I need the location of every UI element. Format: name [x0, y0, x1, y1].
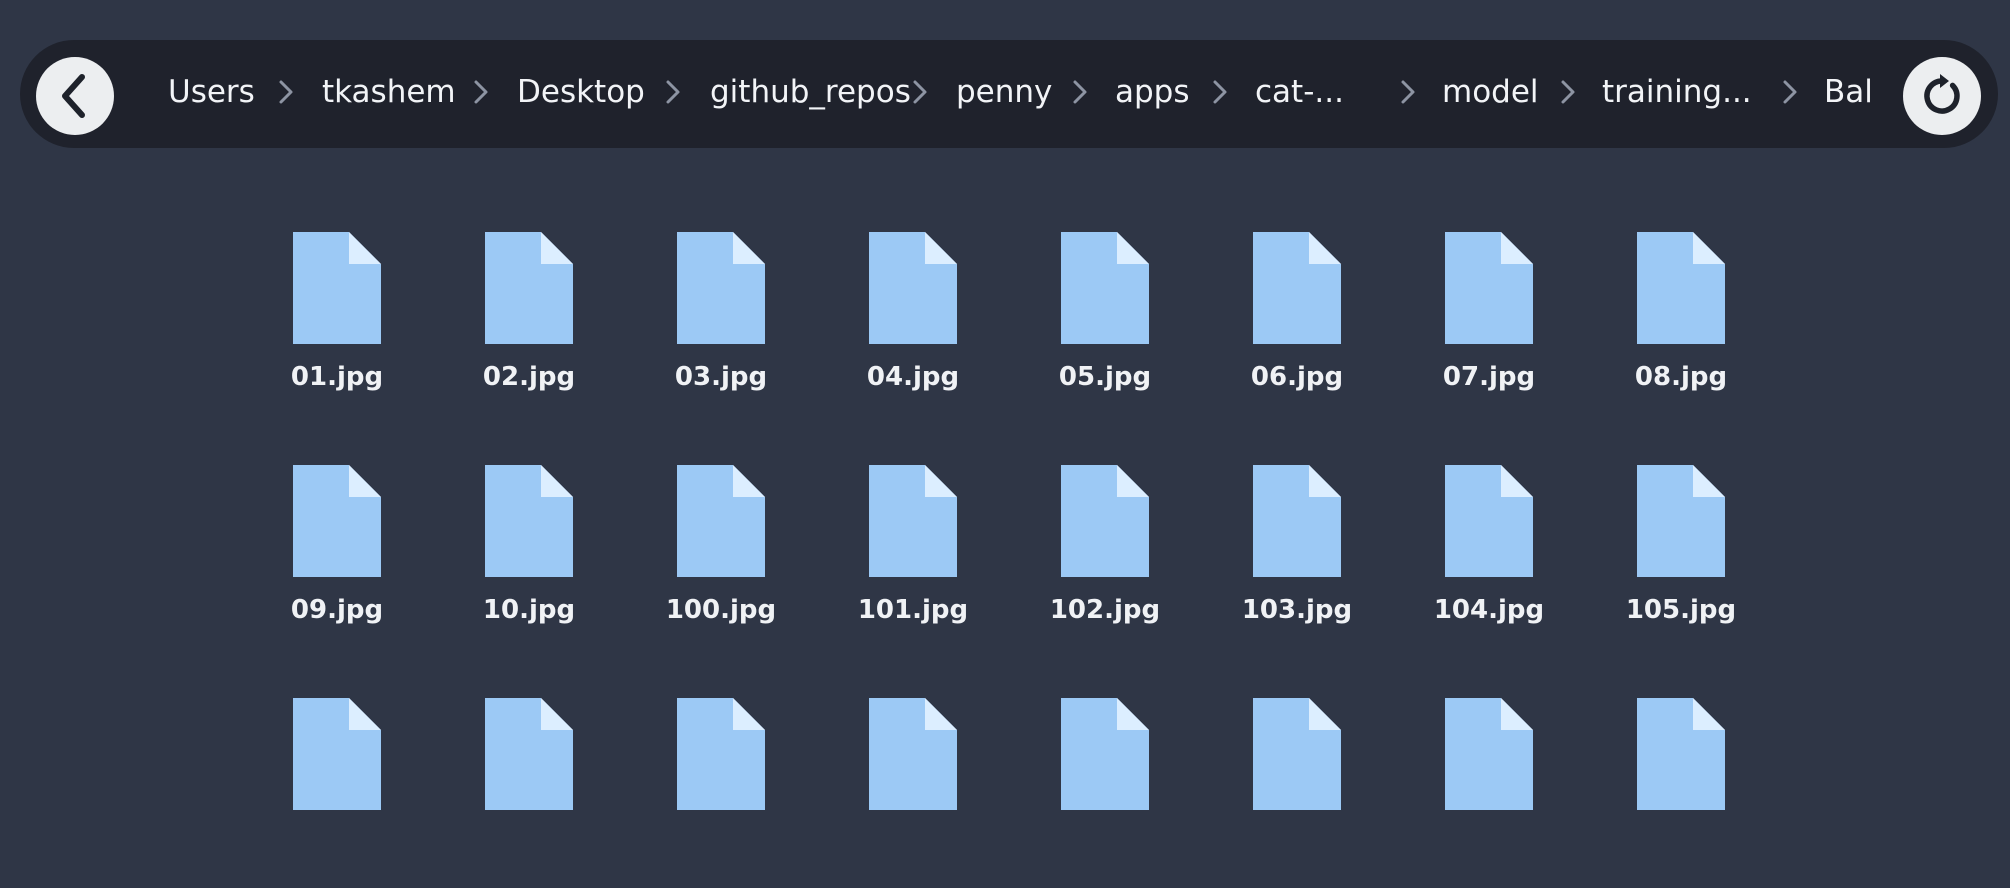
file-name: 02.jpg	[482, 362, 576, 392]
document-icon	[1061, 232, 1149, 344]
document-icon	[869, 465, 957, 577]
file-name: 03.jpg	[674, 362, 768, 392]
file-item[interactable]	[1616, 698, 1746, 888]
file-item[interactable]	[848, 698, 978, 888]
file-name: 09.jpg	[290, 595, 384, 625]
file-grid: 01.jpg 02.jpg 03.jpg 04.jpg 05.jpg 06.jpg 07.j…	[0, 0, 2010, 810]
file-item[interactable]: 104.jpg	[1424, 465, 1554, 655]
document-icon	[1253, 232, 1341, 344]
file-item[interactable]	[656, 698, 786, 888]
file-name: 101.jpg	[857, 595, 969, 625]
file-name: 08.jpg	[1634, 362, 1728, 392]
document-icon	[1637, 232, 1725, 344]
file-item[interactable]: 05.jpg	[1040, 232, 1170, 422]
file-item[interactable]: 01.jpg	[272, 232, 402, 422]
document-icon	[677, 465, 765, 577]
file-item[interactable]: 100.jpg	[656, 465, 786, 655]
file-item[interactable]: 103.jpg	[1232, 465, 1362, 655]
document-icon	[485, 232, 573, 344]
document-icon	[1637, 465, 1725, 577]
file-name: 104.jpg	[1433, 595, 1545, 625]
document-icon	[869, 232, 957, 344]
document-icon	[485, 465, 573, 577]
document-icon	[1253, 465, 1341, 577]
document-icon	[293, 232, 381, 344]
document-icon	[1061, 465, 1149, 577]
document-icon	[293, 465, 381, 577]
document-icon	[1445, 232, 1533, 344]
file-item[interactable]: 08.jpg	[1616, 232, 1746, 422]
document-icon	[869, 698, 957, 810]
file-item[interactable]: 07.jpg	[1424, 232, 1554, 422]
document-icon	[1445, 698, 1533, 810]
file-name: 105.jpg	[1625, 595, 1737, 625]
document-icon	[1253, 698, 1341, 810]
file-name: 10.jpg	[482, 595, 576, 625]
file-item[interactable]: 105.jpg	[1616, 465, 1746, 655]
file-item[interactable]: 101.jpg	[848, 465, 978, 655]
document-icon	[485, 698, 573, 810]
file-item[interactable]: 10.jpg	[464, 465, 594, 655]
file-item[interactable]	[1232, 698, 1362, 888]
file-name: 07.jpg	[1442, 362, 1536, 392]
file-item[interactable]: 102.jpg	[1040, 465, 1170, 655]
document-icon	[1061, 698, 1149, 810]
document-icon	[677, 698, 765, 810]
document-icon	[1445, 465, 1533, 577]
file-name: 102.jpg	[1049, 595, 1161, 625]
file-item[interactable]	[1424, 698, 1554, 888]
document-icon	[293, 698, 381, 810]
file-item[interactable]: 06.jpg	[1232, 232, 1362, 422]
file-item[interactable]	[1040, 698, 1170, 888]
file-name: 103.jpg	[1241, 595, 1353, 625]
document-icon	[1637, 698, 1725, 810]
file-name: 04.jpg	[866, 362, 960, 392]
file-name: 06.jpg	[1250, 362, 1344, 392]
file-name: 05.jpg	[1058, 362, 1152, 392]
file-name: 01.jpg	[290, 362, 384, 392]
file-name: 100.jpg	[665, 595, 777, 625]
file-item[interactable]	[272, 698, 402, 888]
file-item[interactable]: 04.jpg	[848, 232, 978, 422]
file-item[interactable]: 03.jpg	[656, 232, 786, 422]
file-item[interactable]: 02.jpg	[464, 232, 594, 422]
document-icon	[677, 232, 765, 344]
file-item[interactable]: 09.jpg	[272, 465, 402, 655]
file-item[interactable]	[464, 698, 594, 888]
